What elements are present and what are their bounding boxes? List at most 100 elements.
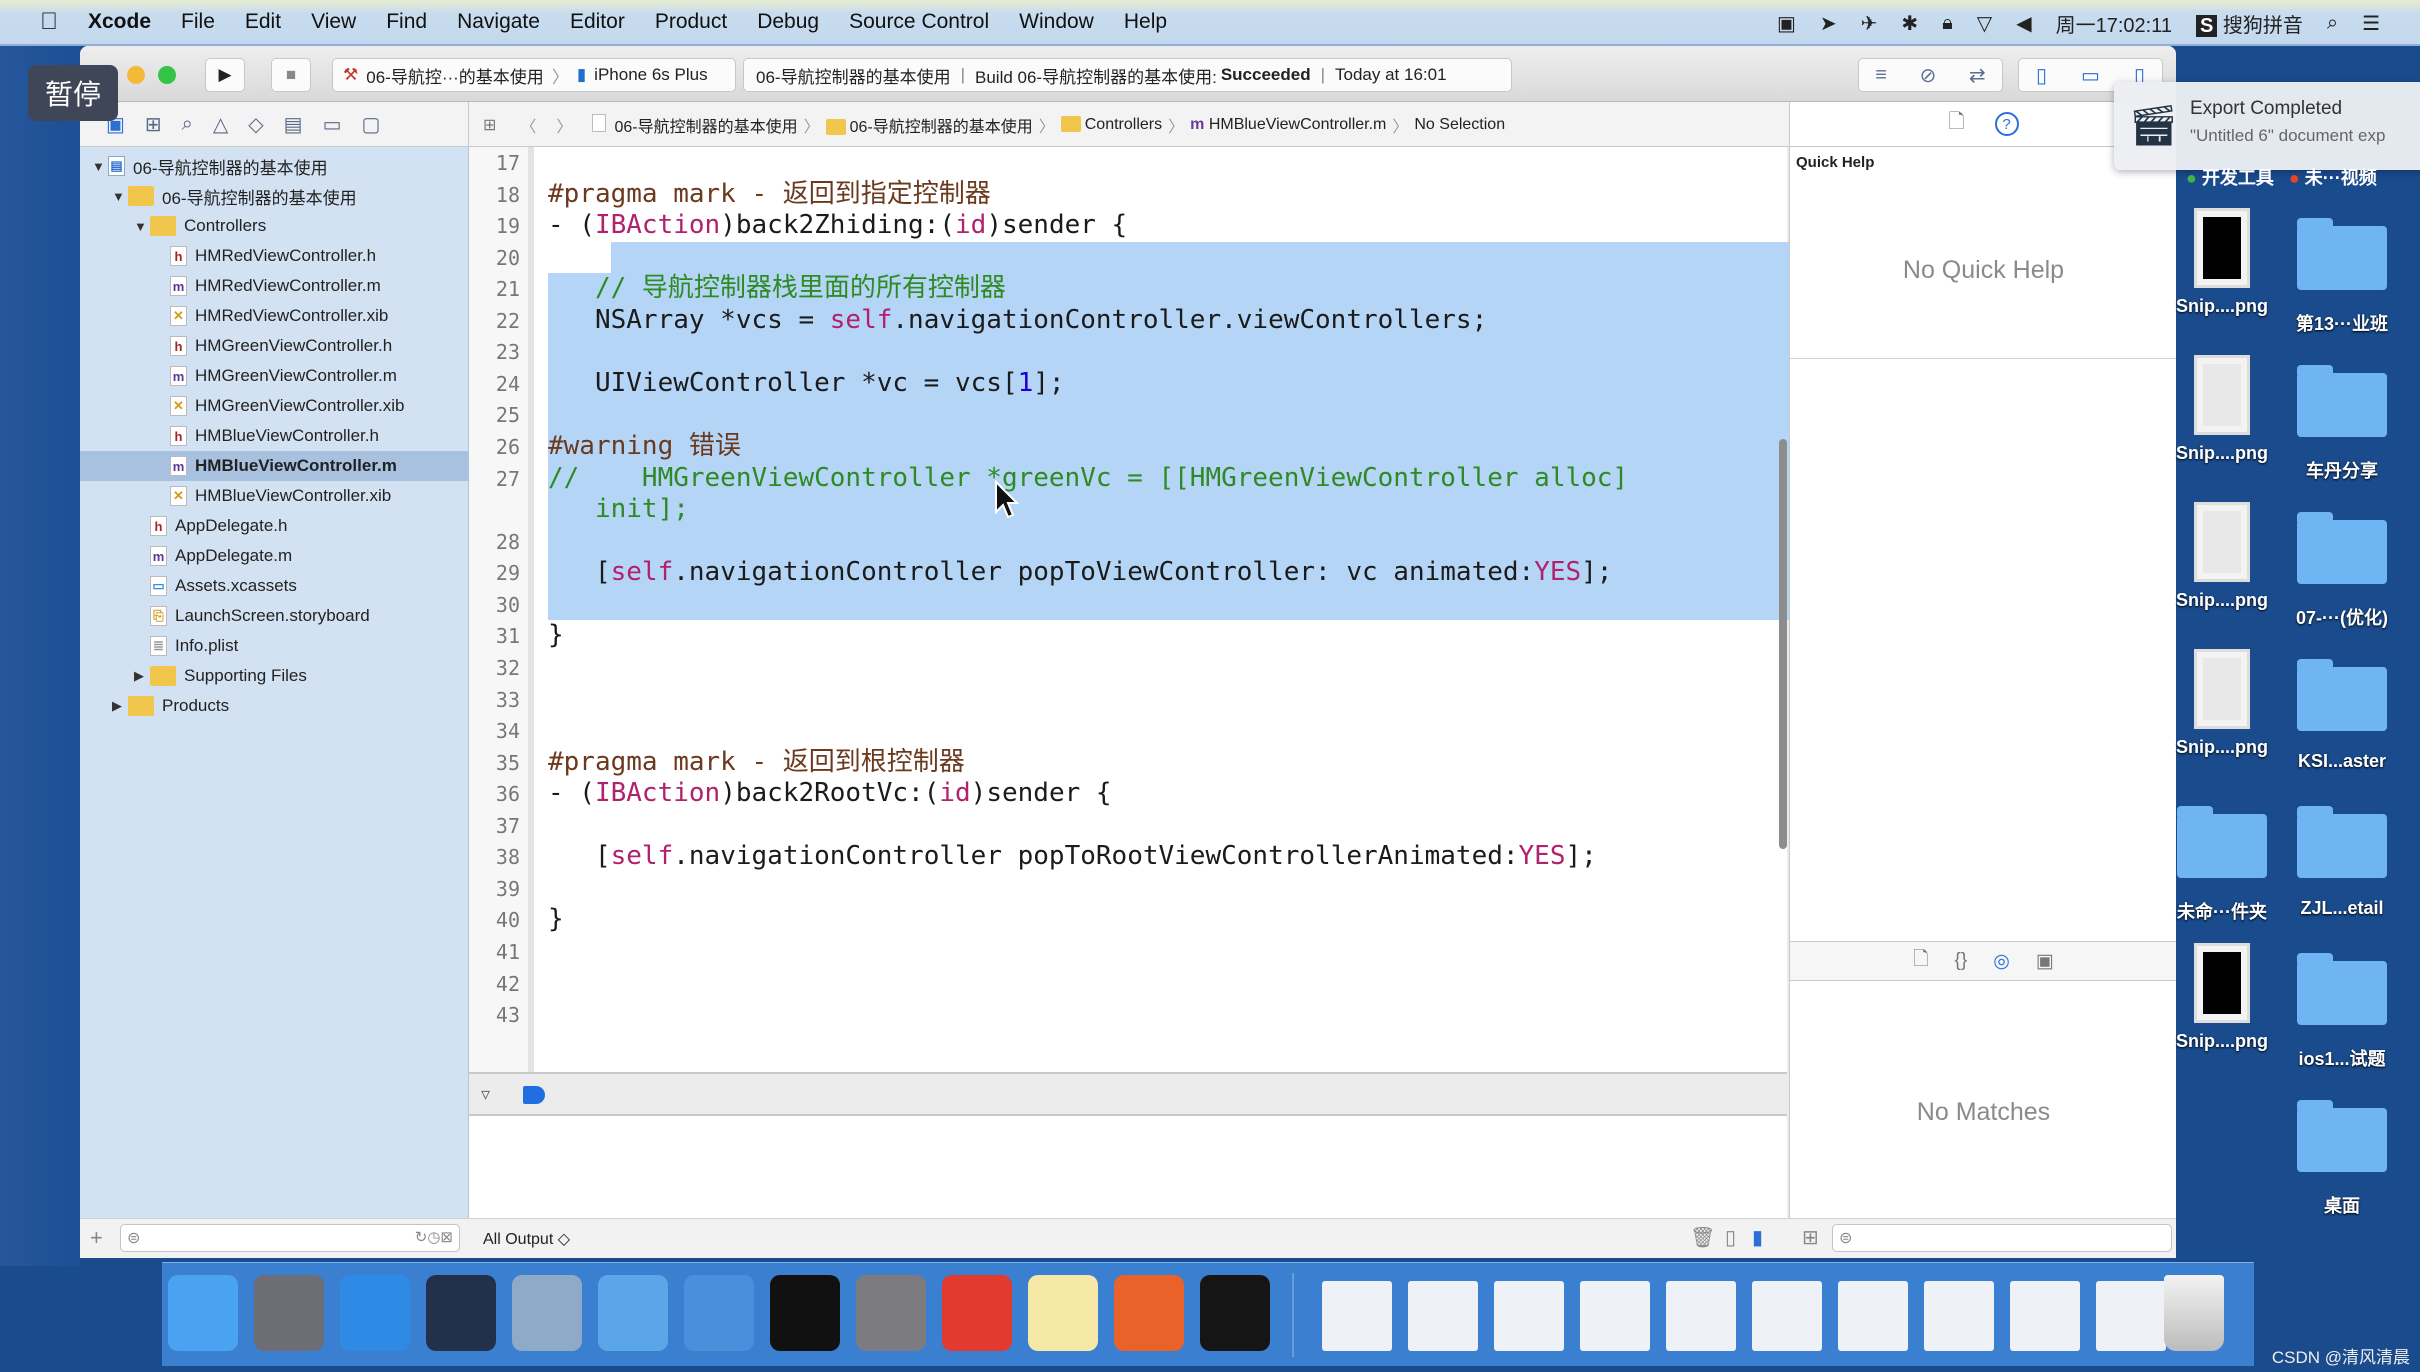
console-view-toggle[interactable]: ▮ (1752, 1225, 1763, 1250)
safari-icon[interactable] (340, 1275, 410, 1351)
minimized-window-icon[interactable] (1666, 1281, 1736, 1351)
wifi-icon[interactable]: ▽ (1977, 11, 1992, 36)
related-items-icon[interactable]: ⊞ (483, 115, 496, 135)
volume-icon[interactable]: ◀ (2016, 11, 2031, 36)
crumb-symbol[interactable]: No Selection (1414, 116, 1505, 134)
symbol-navigator-icon[interactable]: ⊞ (145, 112, 162, 137)
crumb-group[interactable]: 06-导航控制器的基本使用 (825, 113, 1033, 137)
mouse-app-icon[interactable] (426, 1275, 496, 1351)
lock-icon[interactable]: 🔒︎ (1942, 12, 1953, 35)
output-filter-select[interactable]: All Output ◇ (483, 1229, 570, 1249)
toggle-navigator-icon[interactable]: ▯ (2036, 63, 2047, 88)
minimized-window-icon[interactable] (2010, 1281, 2080, 1351)
pause-badge[interactable]: 暂停 (28, 65, 118, 121)
hide-debug-area-icon[interactable]: ▿ (481, 1084, 490, 1105)
minimized-window-icon[interactable] (1838, 1281, 1908, 1351)
code-line[interactable]: // 导航控制器栈里面的所有控制器 (548, 273, 1006, 305)
clock[interactable]: 周一17:02:11 (2056, 9, 2172, 38)
desktop-file[interactable]: Snip....png (2162, 649, 2282, 758)
menu-source-control[interactable]: Source Control (849, 10, 989, 34)
code-line[interactable]: [self.navigationController popToRootView… (548, 841, 1597, 873)
file-template-icon[interactable]: 🗋︎ (1913, 945, 1928, 977)
library-grid-icon[interactable]: ⊞ (1802, 1225, 1819, 1250)
navigator-item[interactable]: ✕ HMGreenViewController.xib (80, 391, 469, 421)
minimize-button[interactable] (127, 66, 145, 84)
trash-clear-icon[interactable]: 🗑︎ (1690, 1225, 1715, 1250)
desktop-file[interactable]: Snip....png (2162, 943, 2282, 1052)
menu-help[interactable]: Help (1124, 10, 1167, 34)
menu-file[interactable]: File (181, 10, 215, 34)
menu-xcode[interactable]: Xcode (88, 10, 151, 34)
powerpoint-icon[interactable] (1114, 1275, 1184, 1351)
navigator-filter-input[interactable]: ⊜ ↻◷⊠ (120, 1224, 460, 1252)
finder-icon[interactable] (168, 1275, 238, 1351)
desktop-folder[interactable]: 第13···业班 (2282, 208, 2402, 336)
disclosure-closed-icon[interactable]: ▶ (134, 668, 150, 684)
filter-options-icon[interactable]: ↻◷⊠ (415, 1228, 453, 1246)
notification-center-icon[interactable]: ☰ (2362, 11, 2380, 36)
crumb-file[interactable]: m HMBlueViewController.m (1190, 116, 1386, 134)
menu-navigate[interactable]: Navigate (457, 10, 540, 34)
minimized-window-icon[interactable] (1924, 1281, 1994, 1351)
desktop-folder[interactable]: 07-···(优化) (2282, 502, 2402, 630)
instruments-icon[interactable] (684, 1275, 754, 1351)
code-line[interactable]: // HMGreenViewController *greenVc = [[HM… (548, 463, 1628, 495)
stop-button[interactable]: ■ (271, 58, 311, 92)
minimized-window-icon[interactable] (1752, 1281, 1822, 1351)
code-line[interactable]: - (IBAction)back2Zhiding:(id)sender { (548, 210, 1127, 242)
file-inspector-icon[interactable]: 🗋︎ (1948, 107, 1964, 141)
navigator-item[interactable]: ▼ ▤ 06-导航控制器的基本使用 (80, 151, 469, 181)
terminal-icon[interactable] (770, 1275, 840, 1351)
quick-help-icon[interactable]: ? (1994, 112, 2019, 136)
bluetooth-icon[interactable]: ✱ (1901, 11, 1918, 36)
add-file-button[interactable]: + (90, 1225, 103, 1251)
navigator-item[interactable]: ▶ Products (80, 691, 469, 721)
tag-label[interactable]: 未···视频 (2305, 168, 2377, 188)
launchpad-icon[interactable] (254, 1275, 324, 1351)
library-filter-input[interactable]: ⊜ (1832, 1224, 2172, 1252)
navigator-item[interactable]: h HMRedViewController.h (80, 241, 469, 271)
navigator-item[interactable]: ✕ HMRedViewController.xib (80, 301, 469, 331)
code-line[interactable]: - (IBAction)back2RootVc:(id)sender { (548, 778, 1112, 810)
desktop-file[interactable]: Snip....png (2162, 502, 2282, 611)
navigator-item[interactable]: ▶ Supporting Files (80, 661, 469, 691)
spotlight-icon[interactable]: ⌕ (2327, 12, 2338, 35)
crumb-controllers[interactable]: Controllers (1060, 116, 1162, 134)
minimized-window-icon[interactable] (1322, 1281, 1392, 1351)
notes-icon[interactable] (1028, 1275, 1098, 1351)
tag-label[interactable]: 开发工具 (2202, 168, 2274, 188)
minimized-window-icon[interactable] (1494, 1281, 1564, 1351)
code-line[interactable]: #warning 错误 (548, 431, 741, 463)
desktop-folder[interactable]: 车丹分享 (2282, 355, 2402, 483)
navigator-item[interactable]: h AppDelegate.h (80, 511, 469, 541)
disclosure-open-icon[interactable]: ▼ (92, 159, 108, 174)
breakpoint-navigator-icon[interactable]: ▭ (323, 112, 342, 137)
screen-record-icon[interactable]: ▣ (1777, 11, 1796, 36)
system-preferences-icon[interactable] (856, 1275, 926, 1351)
navigator-item[interactable]: m HMBlueViewController.m (80, 451, 469, 481)
menu-edit[interactable]: Edit (245, 10, 281, 34)
scheme-selector[interactable]: ⚒ 06-导航控···的基本使用 〉 ▮ iPhone 6s Plus (332, 58, 736, 92)
desktop-file[interactable]: Snip....png (2162, 355, 2282, 464)
source-editor[interactable]: 17 18 19 20 21 22 23 24 25 26 27 28 29 30 31 32 33 34 35 36… (469, 147, 1858, 1072)
airplane-icon[interactable]: ✈ (1861, 11, 1878, 36)
console-icon[interactable] (1200, 1275, 1270, 1351)
minimized-window-icon[interactable] (1408, 1281, 1478, 1351)
object-library-icon[interactable]: ◎ (1993, 950, 2010, 973)
code-line[interactable]: init]; (548, 494, 689, 526)
menu-product[interactable]: Product (655, 10, 727, 34)
navigator-item[interactable]: ▼ Controllers (80, 211, 469, 241)
menu-window[interactable]: Window (1019, 10, 1094, 34)
disclosure-closed-icon[interactable]: ▶ (112, 698, 128, 714)
code-line[interactable]: } (548, 620, 564, 652)
toggle-debug-icon[interactable]: ▭ (2081, 63, 2100, 88)
xcode-icon[interactable] (598, 1275, 668, 1351)
navigator-item[interactable]: m HMGreenViewController.m (80, 361, 469, 391)
disclosure-open-icon[interactable]: ▼ (112, 189, 128, 204)
desktop-folder[interactable]: ios1...试题 (2282, 943, 2402, 1071)
xmind-icon[interactable] (942, 1275, 1012, 1351)
navigator-item[interactable]: m HMRedViewController.m (80, 271, 469, 301)
screenflow-icon[interactable] (512, 1275, 582, 1351)
menu-view[interactable]: View (311, 10, 356, 34)
crumb-project[interactable]: 06-导航控制器的基本使用 (592, 113, 798, 137)
